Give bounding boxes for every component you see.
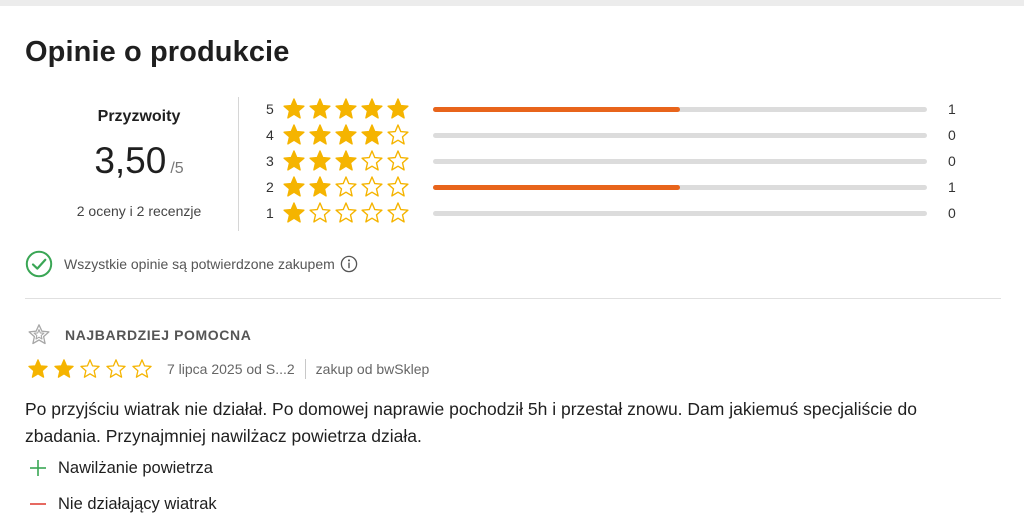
distribution-count: 0 (948, 205, 956, 221)
distribution-count: 1 (948, 179, 956, 195)
distribution-bar (433, 107, 927, 112)
distribution-count: 1 (948, 101, 956, 117)
review-rating (27, 358, 157, 380)
section-divider (25, 298, 1001, 299)
star-row (282, 123, 412, 147)
rating-label: Przyzwoity (97, 108, 181, 125)
star-filled-icon (309, 176, 331, 197)
minus-icon (30, 503, 46, 505)
distribution-bar (433, 159, 927, 164)
distribution-count: 0 (948, 127, 956, 143)
star-filled-icon (283, 202, 305, 223)
star-filled-icon (387, 98, 409, 119)
star-level-label: 1 (266, 205, 274, 221)
star-empty-icon (361, 150, 383, 171)
most-helpful-badge: NAJBARDZIEJ POMOCNA (27, 323, 251, 347)
most-helpful-label: NAJBARDZIEJ POMOCNA (65, 327, 252, 343)
star-level-label: 5 (266, 101, 274, 117)
check-circle-icon (25, 250, 53, 278)
star-empty-icon (361, 202, 383, 223)
star-empty-icon (387, 150, 409, 171)
info-icon[interactable] (340, 255, 358, 273)
score-max: /5 (170, 160, 184, 177)
review-con: Nie działający wiatrak (28, 494, 217, 514)
star-empty-icon (387, 124, 409, 145)
review-store: zakup od bwSklep (315, 361, 430, 377)
star-empty-icon (387, 202, 409, 223)
star-filled-icon (361, 124, 383, 145)
section-title: Opinie o produkcie (25, 36, 290, 68)
distribution-row-2[interactable]: 2 1 (262, 174, 1002, 200)
star-empty-icon (335, 176, 357, 197)
star-empty-icon (387, 176, 409, 197)
star-empty-icon (361, 176, 383, 197)
star-empty-icon (80, 359, 100, 378)
star-filled-icon (309, 150, 331, 171)
top-bar (0, 0, 1024, 6)
star-filled-icon (54, 359, 74, 378)
meta-separator (304, 359, 306, 379)
rating-summary: Przyzwoity 3,50/5 2 oceny i 2 recenzje (25, 96, 253, 231)
distribution-row-3[interactable]: 3 0 (262, 148, 1002, 174)
distribution-bar (433, 185, 927, 190)
star-row (282, 201, 412, 225)
star-filled-icon (335, 150, 357, 171)
star-filled-icon (283, 150, 305, 171)
review-meta: 7 lipca 2025 od S...2 zakup od bwSklep (27, 358, 429, 380)
verified-notice: Wszystkie opinie są potwierdzone zakupem (25, 250, 358, 278)
average-score: 3,50/5 (25, 140, 253, 182)
star-filled-icon (283, 176, 305, 197)
star-row (282, 149, 412, 173)
distribution-bar-fill (433, 185, 680, 190)
star-row (282, 175, 412, 199)
plus-icon (30, 460, 46, 476)
star-filled-icon (335, 98, 357, 119)
vertical-divider (238, 97, 239, 231)
star-level-label: 4 (266, 127, 274, 143)
star-level-label: 2 (266, 179, 274, 195)
star-filled-icon (283, 124, 305, 145)
star-outline-icon (28, 324, 50, 345)
review-date-author: 7 lipca 2025 od S...2 (167, 361, 295, 377)
pro-text: Nawilżanie powietrza (58, 458, 213, 477)
star-filled-icon (28, 359, 48, 378)
distribution-bar (433, 133, 927, 138)
star-filled-icon (283, 98, 305, 119)
distribution-row-5[interactable]: 5 1 (262, 96, 1002, 122)
star-filled-icon (309, 124, 331, 145)
star-row (282, 97, 412, 121)
ratings-count: 2 oceny i 2 recenzje (76, 203, 202, 219)
distribution-bar-fill (433, 107, 680, 112)
verified-text: Wszystkie opinie są potwierdzone zakupem (64, 256, 335, 272)
distribution-row-1[interactable]: 1 0 (262, 200, 1002, 226)
star-filled-icon (361, 98, 383, 119)
distribution-count: 0 (948, 153, 956, 169)
star-empty-icon (132, 359, 152, 378)
star-level-label: 3 (266, 153, 274, 169)
star-empty-icon (106, 359, 126, 378)
distribution-row-4[interactable]: 4 0 (262, 122, 1002, 148)
score-value: 3,50 (94, 140, 167, 181)
star-filled-icon (309, 98, 331, 119)
review-text: Po przyjściu wiatrak nie działał. Po dom… (25, 399, 917, 446)
star-filled-icon (335, 124, 357, 145)
star-empty-icon (309, 202, 331, 223)
review-pro: Nawilżanie powietrza (28, 458, 213, 478)
con-text: Nie działający wiatrak (58, 494, 217, 513)
distribution-bar (433, 211, 927, 216)
star-empty-icon (335, 202, 357, 223)
